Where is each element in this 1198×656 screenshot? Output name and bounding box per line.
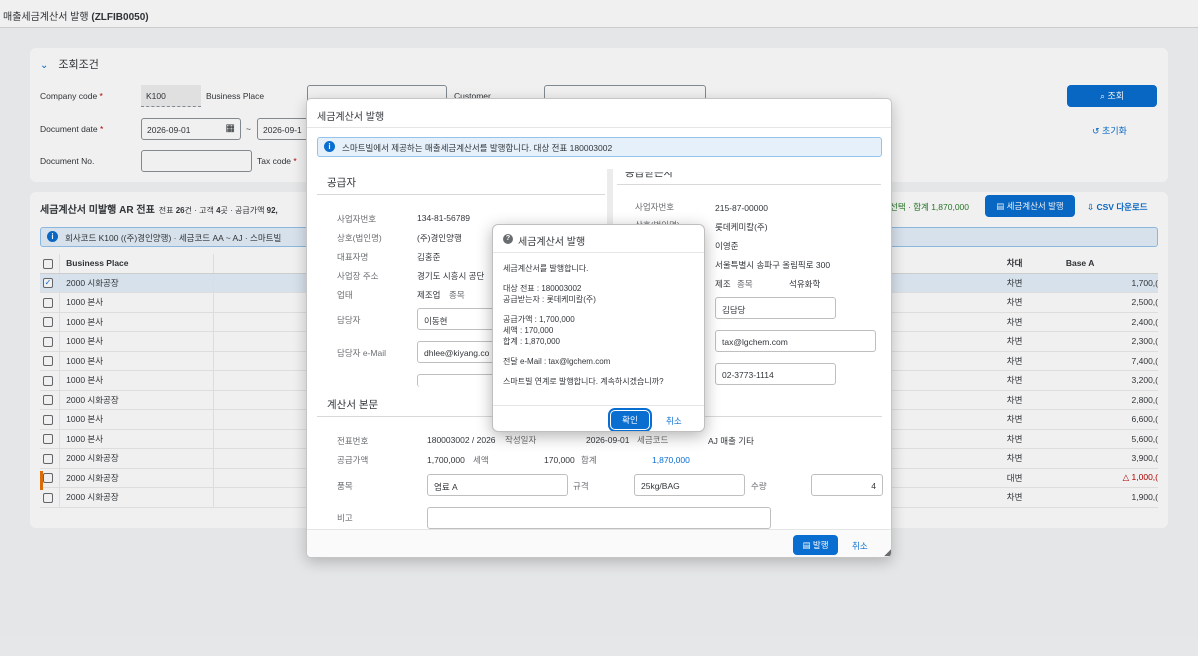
- qty-input[interactable]: 4: [811, 474, 883, 496]
- dialog-footer: ▤ 발행 취소 ◢: [307, 529, 891, 557]
- confirm-cancel-button[interactable]: 취소: [666, 415, 682, 427]
- supplier-manager-label: 담당자: [337, 315, 361, 325]
- resize-handle-icon[interactable]: ◢: [884, 547, 891, 557]
- confirm-title: 세금계산서 발행: [518, 237, 586, 248]
- supply-amount-value: 1,700,000: [427, 455, 465, 465]
- supply-amount-label: 공급가액: [337, 455, 369, 465]
- buyer-type: 제조: [715, 279, 731, 289]
- buyer-item: 석유화학: [789, 279, 821, 289]
- confirm-total: 합계 : 1,870,000: [503, 337, 560, 346]
- supplier-name: (주)경인양행: [417, 233, 462, 243]
- supplier-ceo-label: 대표자명: [337, 252, 369, 262]
- supplier-addr-label: 사업장 주소: [337, 271, 379, 281]
- total-label: 합계: [581, 455, 597, 465]
- document-icon: ▤: [802, 540, 813, 550]
- buyer-biz-no: 215-87-00000: [715, 203, 768, 213]
- note-label: 비고: [337, 513, 353, 523]
- buyer-name: 롯데케미칼(주): [715, 222, 768, 232]
- body-header: 계산서 본문: [327, 399, 379, 411]
- note-input[interactable]: [427, 507, 771, 529]
- vat-label: 세액: [473, 455, 489, 465]
- tax-code-value: AJ 매출 기타: [708, 436, 754, 446]
- supplier-header: 공급자: [327, 177, 356, 189]
- dialog-title: 세금계산서 발행: [317, 112, 385, 123]
- buyer-ceo: 이영준: [715, 241, 739, 251]
- tax-code-label-dlg: 세금코드: [637, 435, 669, 445]
- item-label: 품목: [337, 481, 353, 491]
- info-icon: i: [324, 141, 335, 152]
- confirm-doc: 대상 전표 : 180003002: [503, 284, 582, 293]
- supplier-name-label: 상호(법인명): [337, 233, 382, 243]
- confirm-supply: 공급가액 : 1,700,000: [503, 315, 575, 324]
- qty-label: 수량: [751, 481, 767, 491]
- issue-date-label: 작성일자: [505, 435, 537, 445]
- doc-no-label: 전표번호: [337, 436, 369, 446]
- confirm-vat: 세액 : 170,000: [503, 326, 554, 335]
- confirm-buyer: 공급받는자 : 롯데케미칼(주): [503, 295, 596, 304]
- item-input[interactable]: 염료 A: [427, 474, 568, 496]
- buyer-phone-input[interactable]: 02-3773-1114: [715, 363, 836, 385]
- confirm-question: 스마트빌 연계로 발행합니다. 계속하시겠습니까?: [503, 377, 664, 386]
- dialog-info-strip: i 스마트빌에서 제공하는 매출세금계산서를 발행합니다. 대상 전표 18000…: [317, 137, 882, 157]
- confirm-dialog: ? 세금계산서 발행 세금계산서를 발행합니다. 대상 전표 : 1800030…: [492, 224, 705, 432]
- buyer-item-label: 종목: [737, 279, 753, 289]
- supplier-type: 제조업: [417, 290, 441, 300]
- buyer-header: 공급받는자: [625, 167, 674, 179]
- supplier-ceo: 김홍준: [417, 252, 441, 262]
- buyer-manager-input[interactable]: 김담당: [715, 297, 836, 319]
- supplier-item-label: 종목: [449, 290, 465, 300]
- total-value: 1,870,000: [652, 455, 690, 465]
- supplier-addr: 경기도 시흥시 공단: [417, 271, 485, 281]
- dialog-cancel-button[interactable]: 취소: [852, 540, 868, 552]
- supplier-email-label: 담당자 e-Mail: [337, 348, 386, 358]
- supplier-biz-no-label: 사업자번호: [337, 214, 377, 224]
- spec-label: 규격: [573, 481, 589, 491]
- buyer-email-input[interactable]: tax@lgchem.com: [715, 330, 876, 352]
- buyer-biz-no-label: 사업자번호: [635, 202, 675, 212]
- issue-date-value: 2026-09-01: [586, 435, 630, 445]
- confirm-message: 세금계산서를 발행합니다.: [503, 264, 589, 273]
- supplier-type-label: 업태: [337, 290, 353, 300]
- confirm-body: 세금계산서를 발행합니다. 대상 전표 : 180003002 공급받는자 : …: [503, 263, 698, 387]
- vat-value: 170,000: [544, 455, 575, 465]
- issue-button[interactable]: ▤ 발행: [793, 535, 838, 555]
- question-icon: ?: [503, 234, 513, 244]
- buyer-addr: 서울특별시 송파구 올림픽로 300: [715, 260, 831, 270]
- spec-input[interactable]: 25kg/BAG: [634, 474, 745, 496]
- supplier-biz-no: 134-81-56789: [417, 213, 470, 223]
- confirm-ok-button[interactable]: 확인: [608, 408, 652, 431]
- confirm-email: 전달 e-Mail : tax@lgchem.com: [503, 357, 611, 366]
- doc-no-value: 180003002 / 2026: [427, 435, 496, 445]
